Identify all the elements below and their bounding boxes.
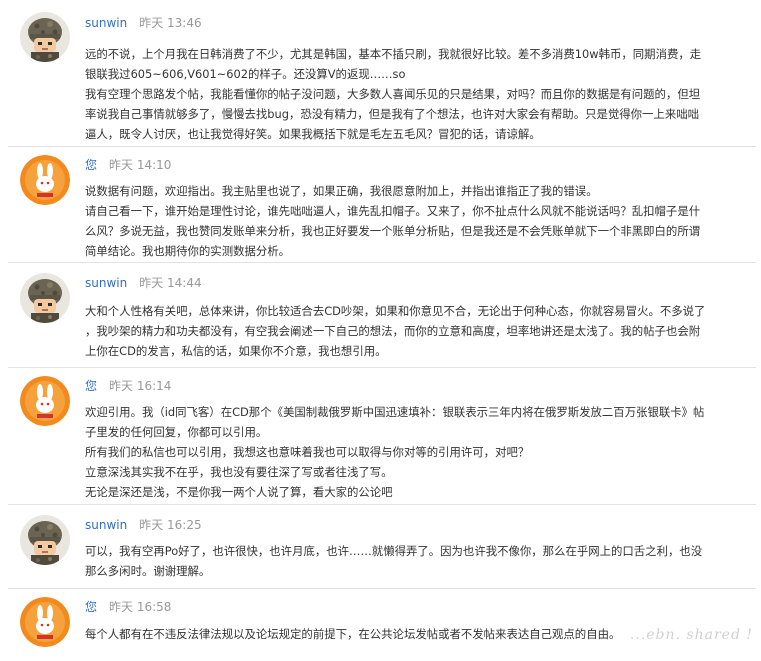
message-item: 您昨天 14:10 说数据有问题，欢迎指出。我主贴里也说了，如果正确，我很愿意附…	[0, 147, 761, 262]
message-body: 可以，我有空再Po好了，也许很快，也许月底，也许……就懒得弄了。因为也许我不像你…	[85, 541, 725, 581]
message-line: ，我吵架的精力和功夫都没有，有空我会阐述一下自己的想法，而你的立意和高度，坦率地…	[85, 324, 701, 338]
message-meta: sunwin 昨天 14:44	[85, 274, 202, 290]
message-meta: 您昨天 14:10	[85, 156, 171, 172]
message-item: 您昨天 16:14 欢迎引用。我（id同飞客）在CD那个《美国制裁俄罗斯中国迅速…	[0, 368, 761, 504]
timestamp: 昨天 13:46	[139, 16, 202, 30]
message-line: 那么多闲时。谢谢理解。	[85, 564, 211, 578]
user-avatar[interactable]	[20, 273, 70, 323]
message-line: 么风？多说无益，我也赞同发账单来分析，我也正好要发一个账单分析贴，但是我还是不会…	[85, 224, 701, 238]
username-link[interactable]: 您	[85, 379, 97, 393]
message-thread: sunwin 昨天 13:46 远的不说，上个月我在日韩消费了不少，尤其是韩国，基…	[0, 0, 761, 661]
message-line: 无论是深还是浅，不是你我一两个人说了算，看大家的公论吧	[85, 485, 393, 499]
timestamp: 昨天 16:58	[109, 600, 172, 614]
message-item: sunwin 昨天 14:44 大和个人性格有关吧，总体来讲，你比较适合去CD吵架…	[0, 263, 761, 367]
user-avatar[interactable]	[20, 515, 70, 565]
message-line: 率说我自己事情就够多了，慢慢去找bug，恐没有精力，但是我有了个想法，也许对大家…	[85, 107, 699, 121]
user-avatar[interactable]	[20, 12, 70, 62]
message-line: 逼人，既令人讨厌，也让我觉得好笑。如果我概括下就是毛左五毛风？冒犯的话，请谅解。	[85, 127, 541, 141]
message-meta: sunwin 昨天 16:25	[85, 516, 202, 532]
message-line: 说数据有问题，欢迎指出。我主贴里也说了，如果正确，我很愿意附加上，并指出谁指正了…	[85, 184, 598, 198]
username-link[interactable]: 您	[85, 600, 97, 614]
message-body: 远的不说，上个月我在日韩消费了不少，尤其是韩国，基本不插只刷，我就很好比较。差不…	[85, 44, 725, 144]
timestamp: 昨天 14:10	[109, 158, 172, 172]
timestamp: 昨天 16:14	[109, 379, 172, 393]
user-avatar[interactable]	[20, 597, 70, 647]
message-line: 子里发的任何回复，你都可以引用。	[85, 425, 268, 439]
message-line: 欢迎引用。我（id同飞客）在CD那个《美国制裁俄罗斯中国迅速填补：银联表示三年内…	[85, 405, 705, 419]
message-body: 欢迎引用。我（id同飞客）在CD那个《美国制裁俄罗斯中国迅速填补：银联表示三年内…	[85, 402, 725, 502]
message-line: 可以，我有空再Po好了，也许很快，也许月底，也许……就懒得弄了。因为也许我不像你…	[85, 544, 703, 558]
message-meta: 您昨天 16:58	[85, 598, 171, 614]
message-body: 大和个人性格有关吧，总体来讲，你比较适合去CD吵架，如果和你意见不合，无论出于何…	[85, 301, 725, 361]
message-line: 大和个人性格有关吧，总体来讲，你比较适合去CD吵架，如果和你意见不合，无论出于何…	[85, 304, 706, 318]
message-item: sunwin 昨天 13:46 远的不说，上个月我在日韩消费了不少，尤其是韩国，基…	[0, 0, 761, 146]
soldier-avatar-icon	[20, 273, 70, 323]
watermark: ...ebn. shared !	[629, 627, 753, 643]
rabbit-avatar-icon	[20, 376, 70, 426]
message-body: 说数据有问题，欢迎指出。我主贴里也说了，如果正确，我很愿意附加上，并指出谁指正了…	[85, 181, 725, 261]
user-avatar[interactable]	[20, 376, 70, 426]
message-meta: sunwin 昨天 13:46	[85, 14, 202, 30]
message-line: 我有空理个思路发个帖，我能看懂你的帖子没问题，大多数人喜闻乐见的只是结果，对吗？…	[85, 87, 701, 101]
message-line: 所有我们的私信也可以引用，我想这也意味着我也可以取得与你对等的引用许可，对吧？	[85, 445, 530, 459]
rabbit-avatar-icon	[20, 597, 70, 647]
message-meta: 您昨天 16:14	[85, 377, 171, 393]
message-line: 立意深浅其实我不在乎，我也没有要往深了写或者往浅了写。	[85, 465, 393, 479]
timestamp: 昨天 16:25	[139, 518, 202, 532]
message-line: 上你在CD的发言，私信的话，如果你不介意，我也想引用。	[85, 344, 387, 358]
username-link[interactable]: 您	[85, 158, 97, 172]
username-link[interactable]: sunwin	[85, 16, 127, 30]
user-avatar[interactable]	[20, 155, 70, 205]
soldier-avatar-icon	[20, 12, 70, 62]
username-link[interactable]: sunwin	[85, 276, 127, 290]
message-line: 请自己看一下，谁开始是理性讨论，谁先咄咄逼人，谁先乱扣帽子。又来了，你不扯点什么…	[85, 204, 701, 218]
message-line: 远的不说，上个月我在日韩消费了不少，尤其是韩国，基本不插只刷，我就很好比较。差不…	[85, 47, 702, 61]
message-item: sunwin 昨天 16:25 可以，我有空再Po好了，也许很快，也许月底，也许……	[0, 505, 761, 588]
message-item: 您昨天 16:58 每个人都有在不违反法律法规以及论坛规定的前提下，在公共论坛发…	[0, 589, 761, 661]
soldier-avatar-icon	[20, 515, 70, 565]
username-link[interactable]: sunwin	[85, 518, 127, 532]
message-line: 银联我过605~606,V601~602的样子。还没算V的返现……so	[85, 67, 406, 81]
message-line: 简单结论。我也期待你的实测数据分析。	[85, 244, 291, 258]
rabbit-avatar-icon	[20, 155, 70, 205]
timestamp: 昨天 14:44	[139, 276, 202, 290]
